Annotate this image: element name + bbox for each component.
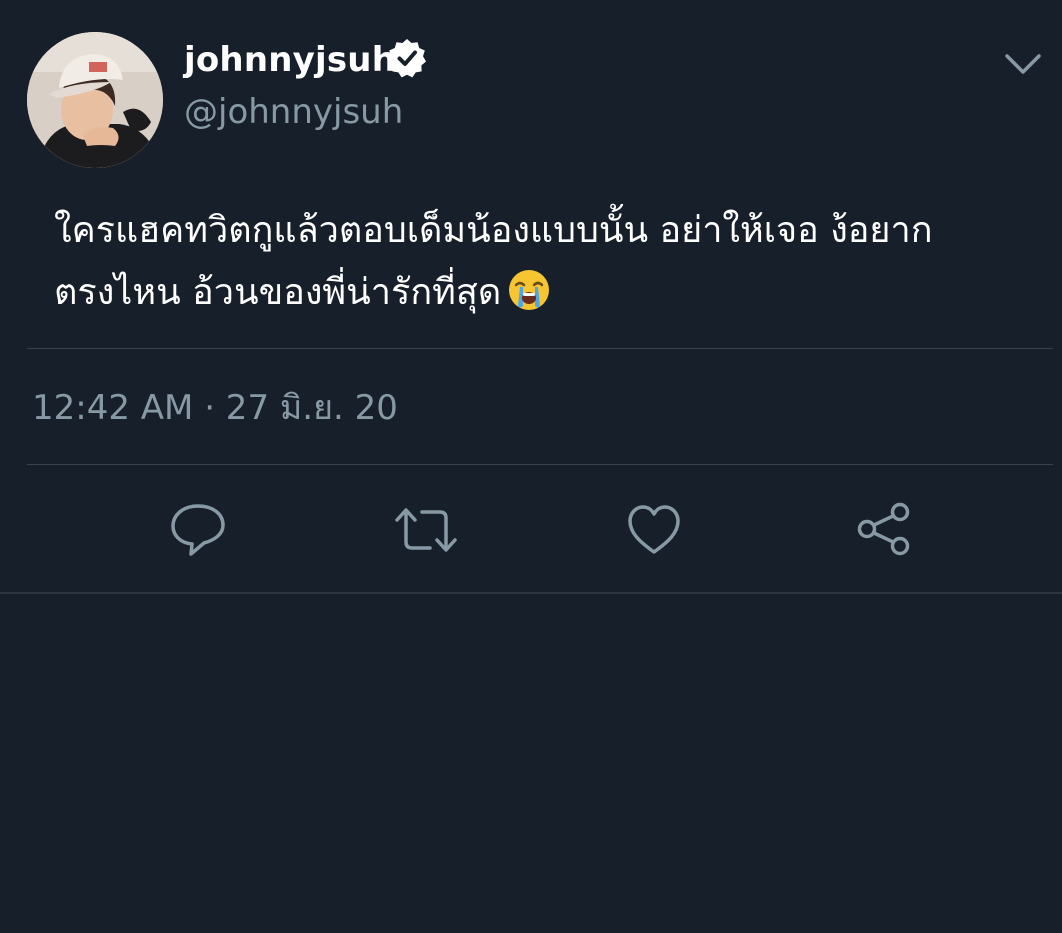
user-handle[interactable]: @johnnyjsuh xyxy=(184,90,403,134)
share-button[interactable] xyxy=(852,498,916,562)
reply-button[interactable] xyxy=(166,498,230,562)
like-button[interactable] xyxy=(622,498,686,562)
tweet-text-line-2: ตรงไหน อ้วนของพี่น่ารักที่สุด xyxy=(54,272,502,313)
tweet-text-line-1: ใครแฮคทวิตกูแล้วตอบเด็มน้องแบบนั้น อย่าใ… xyxy=(54,210,933,251)
loudly-crying-face-icon xyxy=(507,268,551,312)
reply-icon xyxy=(171,504,225,556)
avatar-photo xyxy=(27,32,163,168)
verified-badge-icon xyxy=(386,37,428,79)
divider xyxy=(27,348,1053,349)
share-icon xyxy=(857,502,910,556)
retweet-icon xyxy=(395,508,457,552)
tweet-detail: johnnyjsuh @johnnyjsuh ใครแฮคทวิตกูแล้วต… xyxy=(0,0,1062,933)
tweet-text: ใครแฮคทวิตกูแล้วตอบเด็มน้องแบบนั้น อย่าใ… xyxy=(54,200,1014,324)
display-name[interactable]: johnnyjsuh xyxy=(184,38,396,82)
divider xyxy=(27,464,1053,465)
chevron-down-icon[interactable] xyxy=(1003,50,1043,78)
retweet-button[interactable] xyxy=(394,498,458,562)
divider xyxy=(0,592,1062,594)
like-icon xyxy=(628,505,680,554)
tweet-timestamp[interactable]: 12:42 AM · 27 มิ.ย. 20 xyxy=(32,386,398,430)
avatar[interactable] xyxy=(27,32,163,168)
